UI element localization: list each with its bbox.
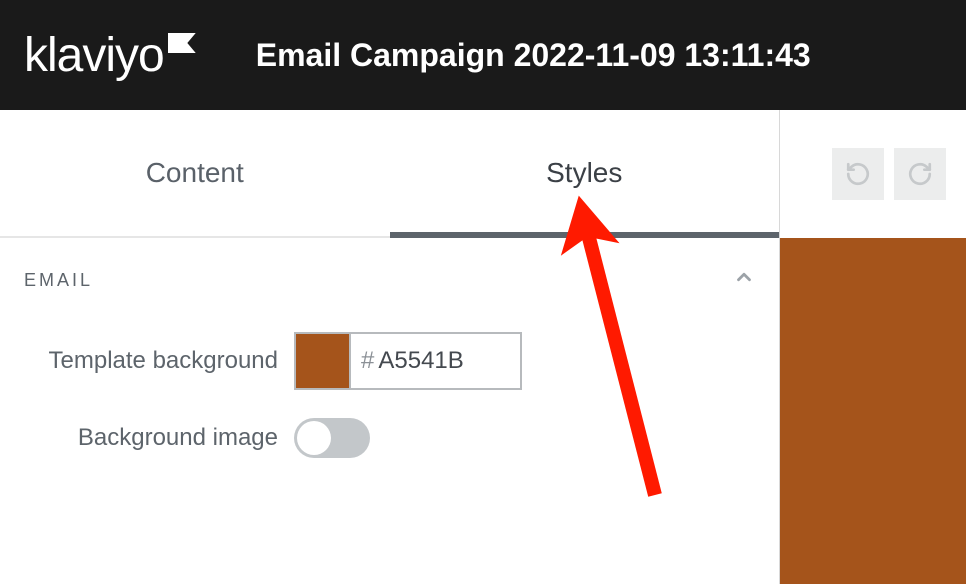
color-swatch[interactable]: [296, 334, 351, 388]
color-input[interactable]: #: [294, 332, 522, 390]
klaviyo-logo: klaviyo: [24, 28, 196, 83]
chevron-up-icon[interactable]: [733, 266, 755, 294]
toolbar: [780, 110, 966, 238]
section-header[interactable]: EMAIL: [24, 266, 755, 314]
undo-button[interactable]: [832, 148, 884, 200]
template-background-row: Template background #: [24, 332, 755, 390]
section-title: EMAIL: [24, 270, 93, 291]
logo-text: klaviyo: [24, 28, 164, 83]
email-section: EMAIL Template background # Background i…: [0, 238, 779, 458]
background-image-label: Background image: [24, 423, 294, 453]
logo-flag-icon: [168, 33, 196, 53]
color-text-wrap: #: [351, 334, 508, 388]
tab-content[interactable]: Content: [0, 110, 390, 236]
email-preview: [780, 238, 966, 584]
template-background-label: Template background: [24, 346, 294, 376]
tab-styles[interactable]: Styles: [390, 110, 780, 236]
campaign-title: Email Campaign 2022-11-09 13:11:43: [256, 37, 811, 74]
redo-button[interactable]: [894, 148, 946, 200]
hash-symbol: #: [361, 347, 374, 375]
redo-icon: [907, 161, 933, 187]
right-panel: [780, 110, 966, 584]
main-area: Content Styles EMAIL Template background…: [0, 110, 966, 584]
tabs: Content Styles: [0, 110, 779, 238]
settings-panel: Content Styles EMAIL Template background…: [0, 110, 780, 584]
toggle-knob: [297, 421, 331, 455]
background-image-row: Background image: [24, 418, 755, 458]
undo-icon: [845, 161, 871, 187]
color-hex-input[interactable]: [378, 347, 498, 375]
background-image-toggle[interactable]: [294, 418, 370, 458]
app-header: klaviyo Email Campaign 2022-11-09 13:11:…: [0, 0, 966, 110]
